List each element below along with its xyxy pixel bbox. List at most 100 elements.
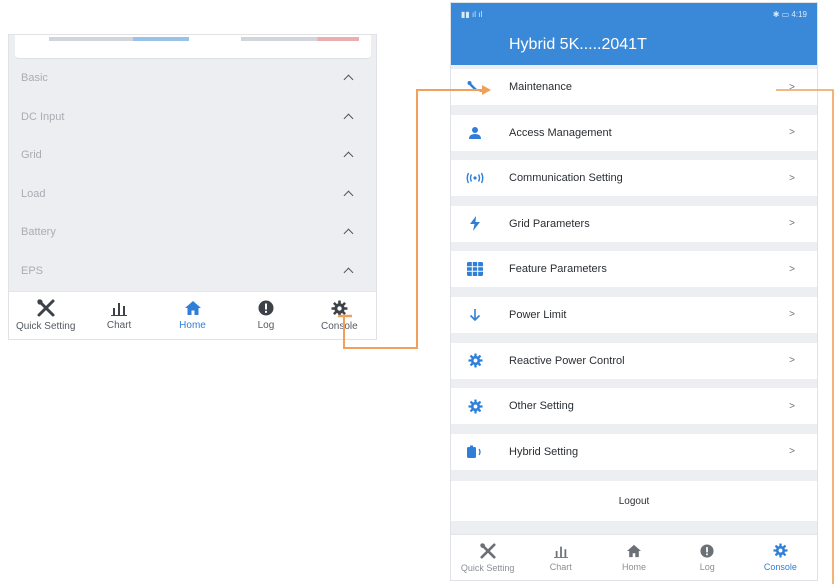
tab-chart[interactable]: Chart xyxy=(524,535,597,580)
status-bar: ▮▮ ıl ıl ✱ ▭ 4:19 xyxy=(451,3,817,25)
status-right: ✱ ▭ 4:19 xyxy=(772,9,807,19)
section-label: Load xyxy=(21,187,46,200)
menu-label: Power Limit xyxy=(509,308,567,321)
lightning-icon xyxy=(464,215,486,233)
gear-icon xyxy=(331,300,348,316)
summary-card-fragment xyxy=(49,37,189,41)
tab-label: Chart xyxy=(106,320,132,331)
gear-icon xyxy=(773,543,788,558)
menu-label: Reactive Power Control xyxy=(509,354,625,367)
tab-label: Console xyxy=(763,562,797,572)
tab-home[interactable]: Home xyxy=(156,292,229,339)
menu-item-feature-parameters[interactable]: Feature Parameters > xyxy=(451,251,817,288)
info-icon xyxy=(258,300,274,316)
wrench-icon xyxy=(464,78,486,96)
logout-label: Logout xyxy=(618,495,650,507)
tab-console[interactable]: Console xyxy=(744,535,817,580)
menu-item-access-management[interactable]: Access Management > xyxy=(451,114,817,151)
tab-console[interactable]: Console xyxy=(303,292,376,339)
tab-log[interactable]: Log xyxy=(229,292,302,339)
tab-label: Home xyxy=(622,561,647,572)
tab-quick-setting[interactable]: Quick Setting xyxy=(9,292,82,339)
chevron-up-icon[interactable] xyxy=(342,227,356,237)
section-label: Battery xyxy=(21,226,56,239)
console-menu: Maintenance > Access Management > Commun… xyxy=(451,69,817,479)
chevron-right-icon: > xyxy=(789,309,795,321)
tab-label: Log xyxy=(699,561,715,572)
section-basic[interactable]: Basic xyxy=(9,59,376,98)
battery-icon xyxy=(464,443,486,461)
menu-item-maintenance[interactable]: Maintenance > xyxy=(451,69,817,105)
bar-chart-icon xyxy=(111,303,128,316)
chevron-right-icon: > xyxy=(789,263,795,275)
menu-label: Feature Parameters xyxy=(509,263,607,276)
signal-status-icon: ▮▮ ıl ıl xyxy=(461,9,483,19)
summary-card-fragment xyxy=(241,37,359,41)
chevron-up-icon[interactable] xyxy=(342,150,356,160)
signal-icon xyxy=(464,169,486,187)
section-load[interactable]: Load xyxy=(9,175,376,214)
home-icon xyxy=(627,544,641,557)
menu-label: Other Setting xyxy=(509,400,574,413)
chevron-up-icon[interactable] xyxy=(342,73,356,83)
section-eps[interactable]: EPS xyxy=(9,252,376,291)
arrow-down-icon xyxy=(464,306,486,324)
menu-item-grid-parameters[interactable]: Grid Parameters > xyxy=(451,205,817,242)
menu-label: Grid Parameters xyxy=(509,217,590,230)
tab-label: Chart xyxy=(549,561,572,572)
menu-item-hybrid-setting[interactable]: Hybrid Setting > xyxy=(451,433,817,470)
tab-label: Quick Setting xyxy=(15,321,76,332)
app-header: Hybrid 5K.....2041T xyxy=(451,25,817,65)
home-icon xyxy=(184,301,201,315)
grid-icon xyxy=(464,260,486,278)
tab-label: Quick Setting xyxy=(460,562,515,573)
chevron-right-icon: > xyxy=(789,81,795,93)
section-label: Basic xyxy=(21,72,48,85)
home-screen: Basic DC Input Grid Load Battery EPS Qui… xyxy=(8,34,377,340)
menu-item-power-limit[interactable]: Power Limit > xyxy=(451,296,817,333)
menu-label: Hybrid Setting xyxy=(509,445,579,458)
chevron-right-icon: > xyxy=(789,172,795,184)
section-battery[interactable]: Battery xyxy=(9,213,376,252)
status-time: 4:19 xyxy=(791,9,807,19)
bar-chart-icon xyxy=(553,546,568,558)
section-label: Grid xyxy=(21,149,42,162)
chevron-right-icon: > xyxy=(789,400,795,412)
menu-item-other-setting[interactable]: Other Setting > xyxy=(451,388,817,425)
bottom-tab-bar: Quick Setting Chart Home Log Console xyxy=(9,291,376,339)
section-dc-input[interactable]: DC Input xyxy=(9,98,376,137)
chevron-right-icon: > xyxy=(789,446,795,458)
section-grid[interactable]: Grid xyxy=(9,136,376,175)
gear-icon xyxy=(464,397,486,415)
tab-home[interactable]: Home xyxy=(597,535,670,580)
user-icon xyxy=(464,124,486,142)
chevron-right-icon: > xyxy=(789,355,795,367)
gear-icon xyxy=(464,352,486,370)
tab-label: Console xyxy=(320,320,358,332)
menu-label: Access Management xyxy=(509,126,612,139)
section-label: DC Input xyxy=(21,110,65,123)
info-icon xyxy=(700,543,714,558)
page-title: Hybrid 5K.....2041T xyxy=(509,36,647,53)
chevron-right-icon: > xyxy=(789,218,795,230)
summary-card-edge xyxy=(15,35,371,59)
tab-chart[interactable]: Chart xyxy=(82,292,155,339)
tools-icon xyxy=(479,542,496,559)
menu-item-communication-setting[interactable]: Communication Setting > xyxy=(451,160,817,197)
chevron-up-icon[interactable] xyxy=(342,189,356,199)
tab-log[interactable]: Log xyxy=(671,535,744,580)
chevron-right-icon: > xyxy=(789,127,795,139)
tab-label: Log xyxy=(257,320,275,331)
chevron-up-icon[interactable] xyxy=(342,112,356,122)
tab-label: Home xyxy=(179,320,206,331)
menu-label: Communication Setting xyxy=(509,172,623,185)
menu-label: Maintenance xyxy=(509,81,572,93)
logout-button[interactable]: Logout xyxy=(451,481,817,521)
console-screen: ▮▮ ıl ıl ✱ ▭ 4:19 Hybrid 5K.....2041T Ma… xyxy=(450,2,818,581)
menu-item-reactive-power-control[interactable]: Reactive Power Control > xyxy=(451,342,817,379)
chevron-up-icon[interactable] xyxy=(342,266,356,276)
tools-icon xyxy=(37,299,55,317)
section-label: EPS xyxy=(21,264,44,277)
section-list: Basic DC Input Grid Load Battery EPS xyxy=(9,59,376,290)
tab-quick-setting[interactable]: Quick Setting xyxy=(451,535,524,580)
